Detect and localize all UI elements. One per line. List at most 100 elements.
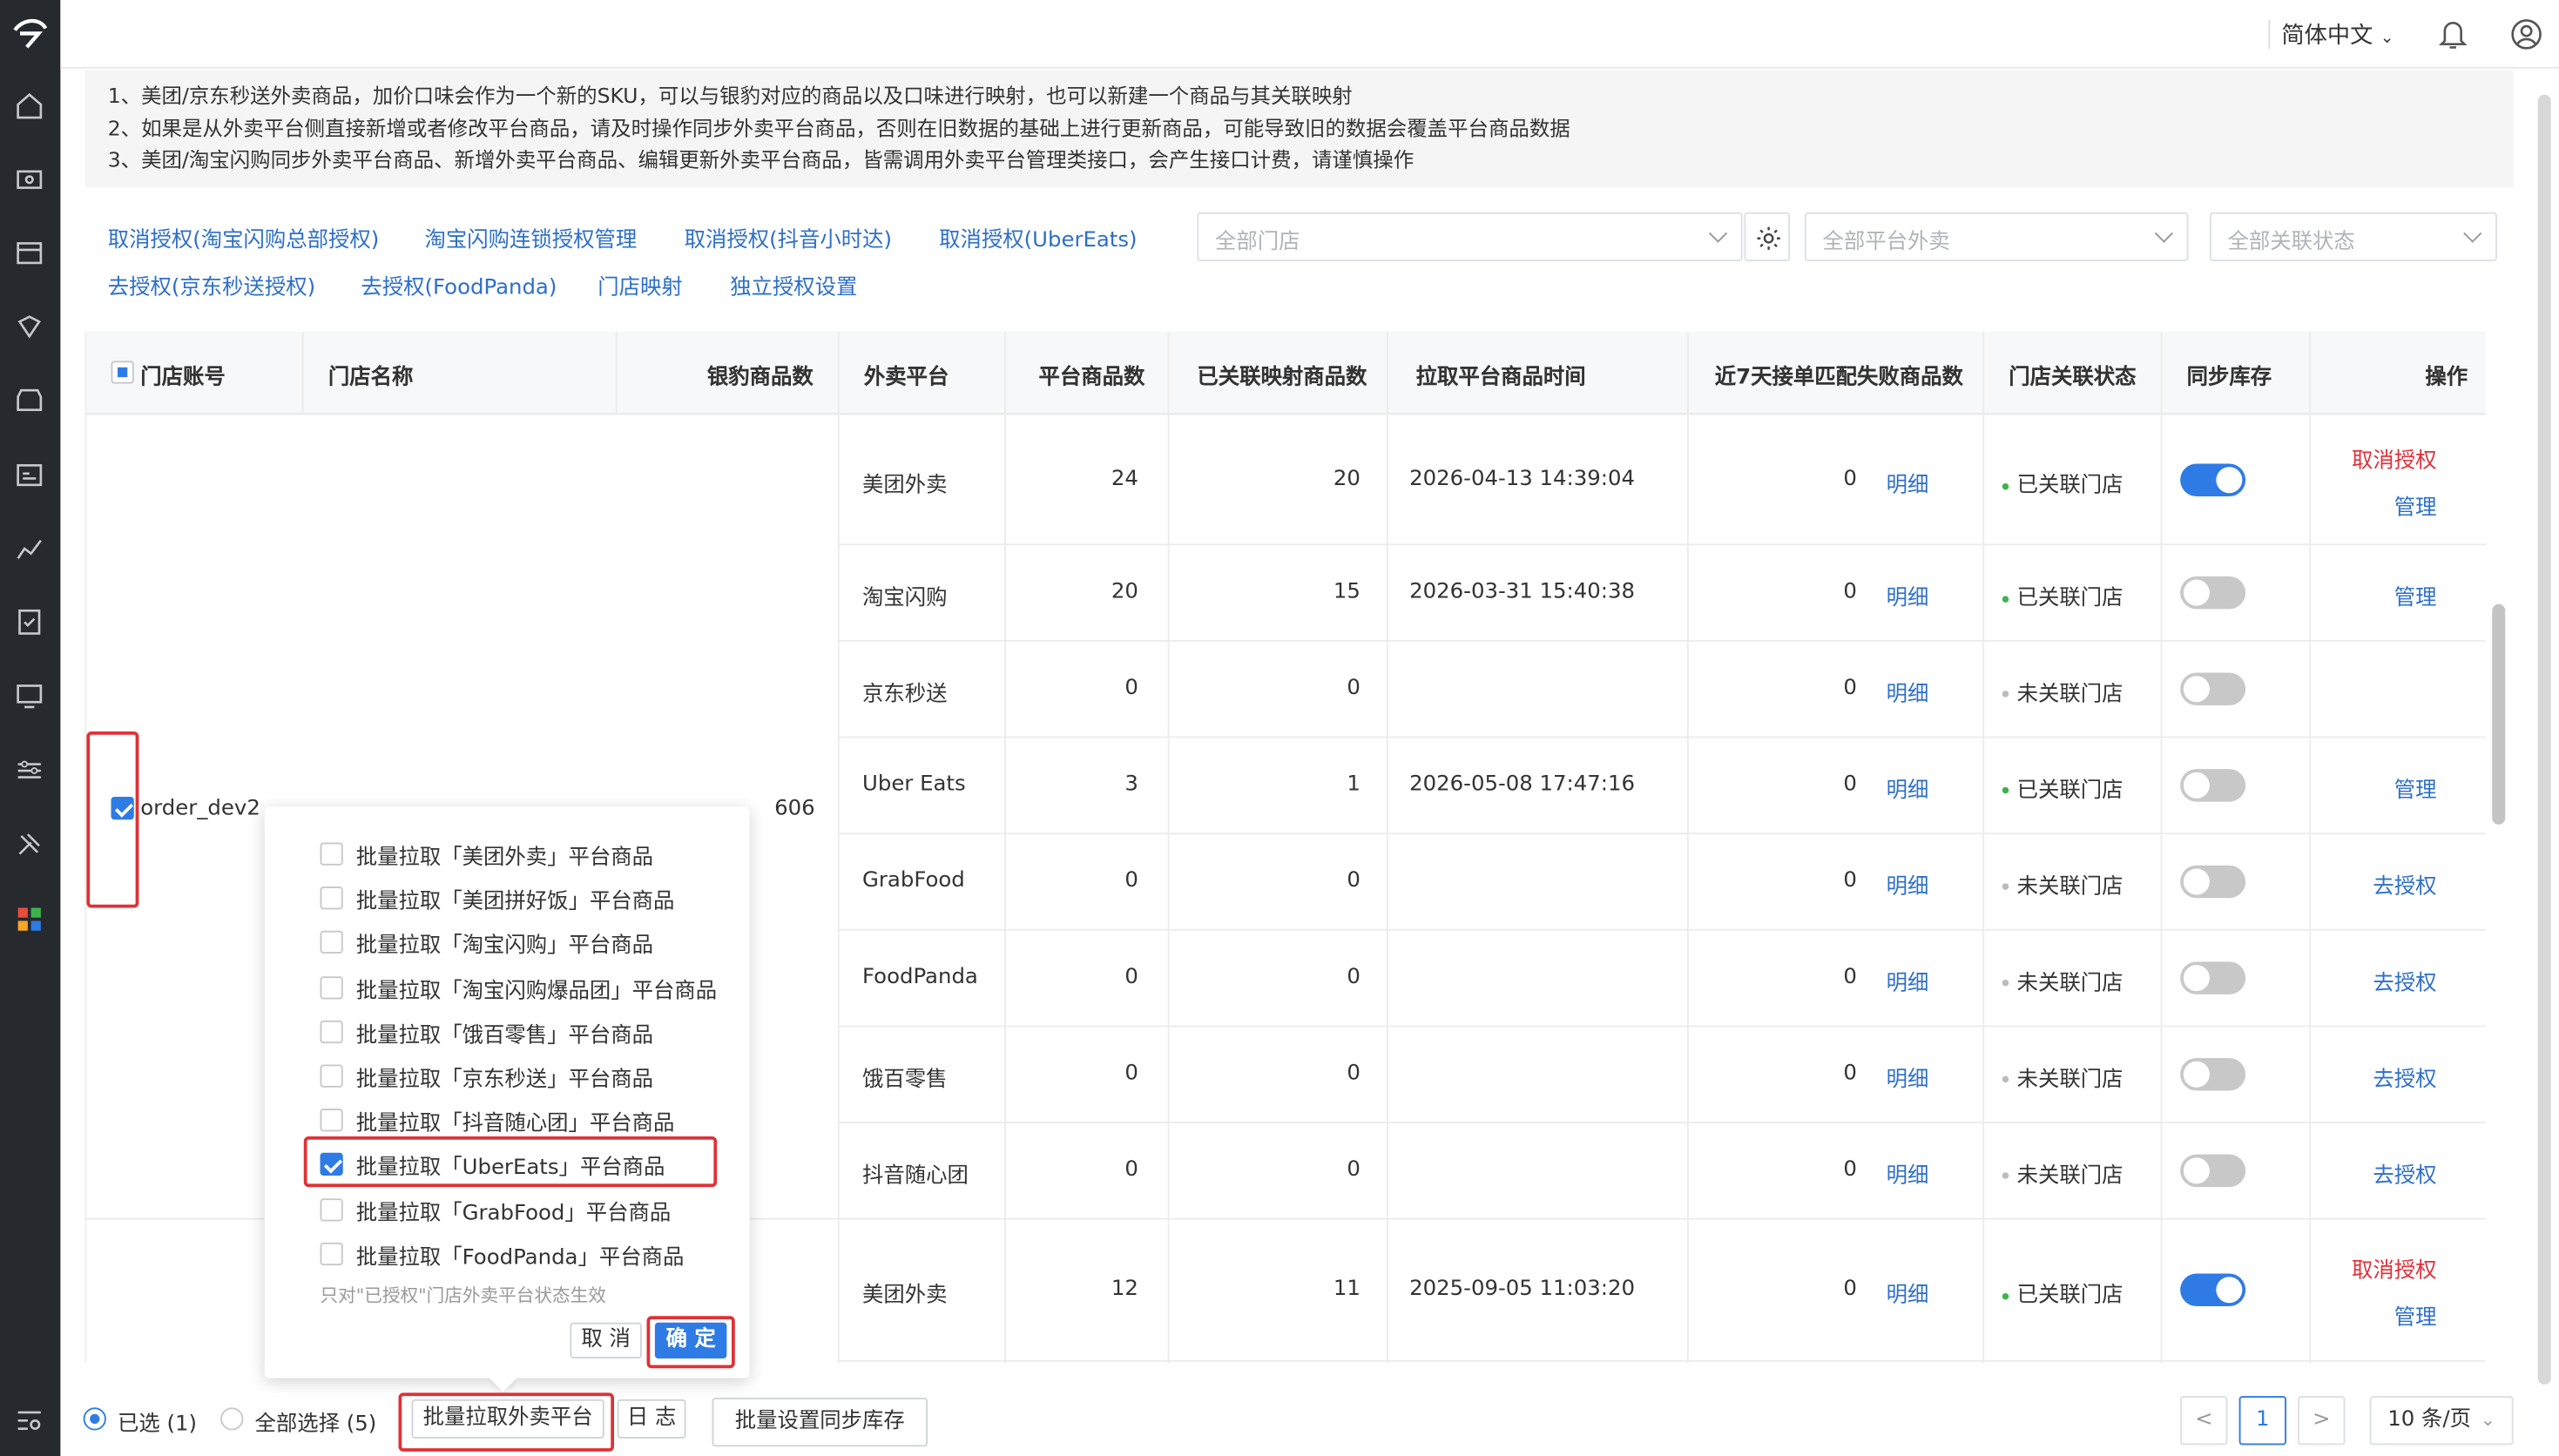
- cancel-auth-link[interactable]: 取消授权: [2352, 442, 2437, 474]
- pull-option-label: 批量拉取「淘宝闪购」平台商品: [355, 934, 654, 960]
- sync-stock-toggle[interactable]: [2180, 961, 2246, 994]
- platform-product-count: 0: [1124, 867, 1138, 893]
- cancel-button[interactable]: 取 消: [570, 1322, 642, 1358]
- platform-name: 美团外卖: [862, 1283, 948, 1308]
- highlight-box: [86, 731, 139, 908]
- col-fail-count: 近7天接单匹配失败商品数: [1714, 366, 1963, 391]
- card-icon[interactable]: [15, 461, 44, 490]
- manage-link[interactable]: 管理: [2394, 490, 2437, 521]
- table-scrollbar[interactable]: [2492, 603, 2506, 825]
- manage-link[interactable]: 管理: [2394, 1300, 2437, 1331]
- sync-stock-toggle[interactable]: [2180, 1057, 2246, 1090]
- page-scrollbar[interactable]: [2537, 94, 2551, 1385]
- settings-sliders-icon[interactable]: [15, 756, 44, 785]
- cancel-auth-link[interactable]: 取消授权: [2352, 1252, 2437, 1284]
- pull-time: 2025-09-05 11:03:20: [1409, 1277, 1636, 1302]
- user-avatar-icon[interactable]: [2510, 18, 2543, 51]
- link-status-label: 已关联门店: [2016, 586, 2123, 611]
- pull-option-label: 批量拉取「GrabFood」平台商品: [355, 1201, 672, 1226]
- select-all-checkbox[interactable]: [111, 361, 134, 384]
- store-filter-settings-button[interactable]: [1744, 212, 1790, 261]
- status-dot-icon: [2002, 482, 2009, 489]
- pull-option-checkbox[interactable]: [320, 886, 343, 910]
- detail-link[interactable]: 明细: [1887, 1156, 1929, 1188]
- language-label: 简体中文: [2281, 23, 2373, 50]
- language-selector[interactable]: 简体中文 ⌄: [2281, 18, 2394, 51]
- mapped-count: 0: [1347, 1156, 1361, 1182]
- pull-option-checkbox[interactable]: [320, 931, 343, 954]
- page-size-select[interactable]: 10 条/页 ⌄: [2369, 1396, 2514, 1446]
- taobao-chain-auth-link[interactable]: 淘宝闪购连锁授权管理: [425, 222, 638, 253]
- platform-filter-select[interactable]: 全部平台外卖: [1804, 212, 2189, 261]
- inventory-icon[interactable]: [15, 239, 44, 268]
- divider: [2309, 331, 2312, 1364]
- chevron-down-icon: [2463, 224, 2482, 243]
- member-icon[interactable]: [15, 312, 44, 341]
- log-button[interactable]: 日 志: [617, 1399, 686, 1439]
- bell-icon[interactable]: [2438, 18, 2468, 51]
- select-all-radio[interactable]: [220, 1407, 244, 1431]
- detail-link[interactable]: 明细: [1887, 580, 1929, 610]
- logo-icon[interactable]: [10, 13, 51, 54]
- next-page-button[interactable]: >: [2298, 1396, 2346, 1446]
- detail-link[interactable]: 明细: [1887, 1277, 1929, 1308]
- manage-link[interactable]: 管理: [2394, 580, 2437, 610]
- apps-icon[interactable]: [15, 905, 44, 934]
- manage-link[interactable]: 管理: [2394, 772, 2437, 802]
- store-icon[interactable]: [15, 386, 44, 415]
- pull-option-checkbox[interactable]: [320, 1197, 343, 1221]
- divider: [1004, 331, 1006, 1364]
- authorize-link[interactable]: 去授权: [2373, 1061, 2436, 1091]
- product-icon[interactable]: [15, 165, 44, 194]
- page-1-button[interactable]: 1: [2238, 1396, 2286, 1446]
- store-mapping-link[interactable]: 门店映射: [598, 269, 683, 300]
- divider: [837, 1359, 2486, 1362]
- divider: [2160, 331, 2163, 1364]
- detail-link[interactable]: 明细: [1887, 675, 1929, 706]
- detail-link[interactable]: 明细: [1887, 868, 1929, 899]
- pull-option-checkbox[interactable]: [320, 1020, 343, 1043]
- selected-label: 已选 (1): [118, 1412, 198, 1437]
- document-icon[interactable]: [15, 608, 44, 637]
- authorize-link[interactable]: 去授权: [2373, 1156, 2436, 1188]
- pull-option-checkbox[interactable]: [320, 1109, 343, 1132]
- status-filter-select[interactable]: 全部关联状态: [2209, 212, 2497, 261]
- sync-stock-toggle[interactable]: [2180, 576, 2246, 610]
- cancel-auth-taobao-hq-link[interactable]: 取消授权(淘宝闪购总部授权): [108, 222, 380, 253]
- sync-stock-toggle[interactable]: [2180, 1273, 2246, 1306]
- selected-radio[interactable]: [83, 1407, 106, 1431]
- independent-auth-settings-link[interactable]: 独立授权设置: [730, 269, 857, 300]
- sync-stock-toggle[interactable]: [2180, 1153, 2246, 1187]
- detail-link[interactable]: 明细: [1887, 772, 1929, 802]
- sync-stock-toggle[interactable]: [2180, 671, 2246, 705]
- cancel-auth-douyin-link[interactable]: 取消授权(抖音小时达): [685, 222, 892, 253]
- sync-stock-toggle[interactable]: [2180, 463, 2246, 496]
- platform-name: 京东秒送: [862, 681, 948, 706]
- sync-stock-toggle[interactable]: [2180, 768, 2246, 801]
- tools-icon[interactable]: [15, 830, 44, 859]
- platform-product-count: 20: [1111, 579, 1138, 604]
- divider: [837, 331, 840, 1364]
- pull-option-checkbox[interactable]: [320, 1064, 343, 1088]
- cancel-auth-ubereats-link[interactable]: 取消授权(UberEats): [939, 222, 1137, 253]
- monitor-icon[interactable]: [15, 681, 44, 711]
- pull-option-checkbox[interactable]: [320, 1242, 343, 1265]
- table-header: 门店账号 门店名称 银豹商品数 外卖平台 平台商品数 已关联映射商品数 拉取平台…: [86, 331, 2486, 415]
- pull-option-checkbox[interactable]: [320, 975, 343, 999]
- authorize-link[interactable]: 去授权: [2373, 964, 2436, 995]
- batch-sync-stock-button[interactable]: 批量设置同步库存: [712, 1398, 928, 1447]
- detail-link[interactable]: 明细: [1887, 964, 1929, 995]
- auth-foodpanda-link[interactable]: 去授权(FoodPanda): [361, 269, 557, 300]
- store-filter-select[interactable]: 全部门店: [1197, 212, 1743, 261]
- authorize-link[interactable]: 去授权: [2373, 868, 2436, 899]
- report-icon[interactable]: [15, 534, 44, 563]
- sync-stock-toggle[interactable]: [2180, 864, 2246, 898]
- home-icon[interactable]: [15, 91, 44, 121]
- auth-jd-link[interactable]: 去授权(京东秒送授权): [108, 269, 315, 300]
- prev-page-button[interactable]: <: [2180, 1396, 2228, 1446]
- link-status-label: 已关联门店: [2016, 778, 2123, 803]
- detail-link[interactable]: 明细: [1887, 467, 1929, 498]
- collapse-search-icon[interactable]: [15, 1405, 44, 1435]
- pull-option-checkbox[interactable]: [320, 842, 343, 866]
- detail-link[interactable]: 明细: [1887, 1061, 1929, 1091]
